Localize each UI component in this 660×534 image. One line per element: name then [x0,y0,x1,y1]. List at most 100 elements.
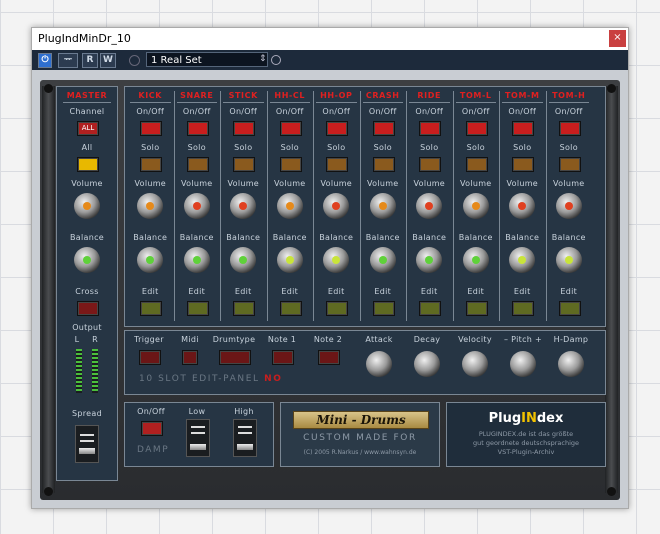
bypass-icon[interactable] [129,55,140,66]
cross-button[interactable] [77,301,99,316]
edit-button[interactable] [558,301,581,316]
balance-knob[interactable] [230,247,256,273]
master-volume-knob[interactable] [74,193,100,219]
pluginindex-logo: PlugINdex [447,411,605,426]
edit-button[interactable] [512,301,534,316]
onoff-button[interactable] [279,121,302,136]
balance-knob[interactable] [137,247,163,273]
volume-knob[interactable] [369,193,396,219]
right-rail [605,86,618,493]
read-automation-button[interactable]: R [82,53,98,68]
title-bar: PlugIndMinDr_10 × [32,28,628,50]
knob-indicator [564,256,573,264]
close-button[interactable]: × [609,30,626,47]
copyright-label: (C) 2005 R.Narkus / www.wahnsyn.de [303,449,417,456]
preset-menu-icon[interactable] [271,55,281,65]
knob-indicator [332,256,340,264]
solo-button[interactable] [558,157,581,172]
write-automation-button[interactable]: W [100,53,116,68]
hdamp-knob[interactable] [558,351,584,377]
edit-button[interactable] [326,301,348,316]
volume-knob[interactable] [416,193,442,219]
volume-knob[interactable] [230,193,256,219]
velocity-knob[interactable] [462,351,488,377]
balance-knob[interactable] [276,247,303,273]
drumtype-display[interactable] [219,350,251,365]
knob-indicator [471,202,480,210]
balance-knob[interactable] [416,247,442,273]
edit-button[interactable] [233,301,255,316]
solo-button[interactable] [279,157,302,172]
edit-button[interactable] [372,301,395,316]
edit-button[interactable] [140,301,162,316]
edit-label: Edit [281,287,299,296]
balance-knob[interactable] [183,247,210,273]
all-button[interactable] [77,157,99,172]
preset-updown-icon[interactable]: ⇕ [259,53,268,66]
solo-button[interactable] [186,157,209,172]
channel-header: SNARE [180,91,214,100]
pitch-knob[interactable] [510,351,536,377]
solo-button[interactable] [512,157,534,172]
edit-button[interactable] [186,301,209,316]
balance-knob[interactable] [509,247,535,273]
volume-knob[interactable] [462,193,489,219]
master-volume-label: Volume [71,179,103,188]
slider-mark [80,440,94,442]
spread-slider[interactable] [75,425,99,463]
preset-selector[interactable]: 1 Real Set [146,52,268,67]
damp-high-slider[interactable] [233,419,257,457]
note1-display[interactable] [272,350,294,365]
onoff-button[interactable] [372,121,395,136]
onoff-button[interactable] [512,121,534,136]
onoff-button[interactable] [140,121,162,136]
edit-slot-value: NO [264,374,283,384]
damp-low-slider[interactable] [186,419,210,457]
note2-display[interactable] [318,350,340,365]
onoff-button[interactable] [419,121,441,136]
onoff-button[interactable] [465,121,488,136]
slider-handle[interactable] [190,444,206,450]
volume-knob[interactable] [276,193,303,219]
knob-indicator [192,256,201,264]
volume-knob[interactable] [323,193,349,219]
onoff-button[interactable] [326,121,348,136]
attack-knob[interactable] [366,351,392,377]
volume-knob[interactable] [183,193,210,219]
solo-button[interactable] [419,157,441,172]
solo-button[interactable] [233,157,255,172]
damp-onoff-button[interactable] [141,421,163,436]
balance-knob[interactable] [369,247,396,273]
compare-button[interactable]: ᅲ [58,53,78,68]
volume-label: Volume [320,179,353,188]
solo-button[interactable] [372,157,395,172]
onoff-button[interactable] [186,121,209,136]
solo-button[interactable] [465,157,488,172]
slider-handle[interactable] [79,448,95,454]
channel-header: TOM-M [505,91,540,100]
balance-knob[interactable] [323,247,349,273]
volume-knob[interactable] [509,193,535,219]
balance-knob[interactable] [462,247,489,273]
volume-knob[interactable] [137,193,163,219]
edit-panel-caption: 10 SLOT EDIT-PANEL NO [139,374,282,384]
master-balance-knob[interactable] [74,247,100,273]
window-title: PlugIndMinDr_10 [38,32,131,45]
decay-knob[interactable] [414,351,440,377]
edit-button[interactable] [419,301,441,316]
master-balance-label: Balance [69,233,104,242]
solo-button[interactable] [140,157,162,172]
onoff-button[interactable] [558,121,581,136]
trigger-button[interactable] [139,350,161,365]
plugin-area: MASTER Channel ALL All Volume Balance Cr… [32,70,628,508]
midi-button[interactable] [182,350,198,365]
slider-handle[interactable] [237,444,253,450]
edit-button[interactable] [279,301,302,316]
edit-button[interactable] [465,301,488,316]
balance-knob[interactable] [555,247,582,273]
power-button[interactable]: ⏻ [38,53,52,68]
solo-button[interactable] [326,157,348,172]
volume-knob[interactable] [555,193,582,219]
channel-select-button[interactable]: ALL [77,121,99,136]
onoff-button[interactable] [233,121,255,136]
